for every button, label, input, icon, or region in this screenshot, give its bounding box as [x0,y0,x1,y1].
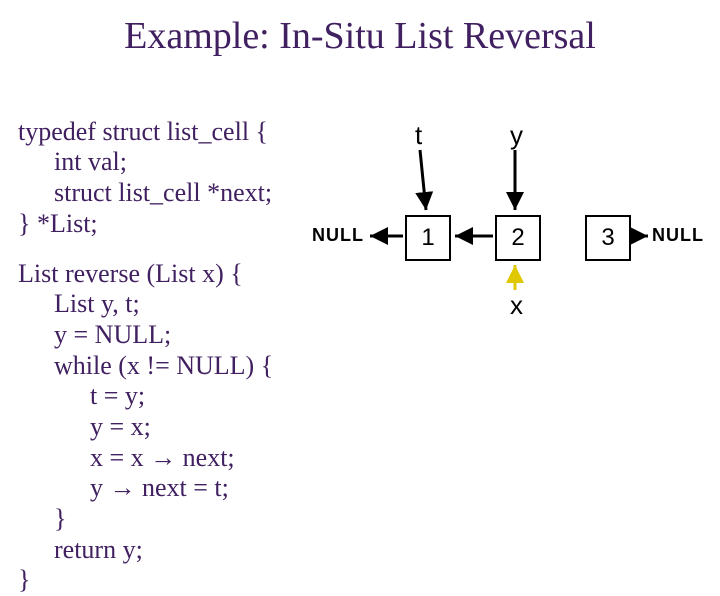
code-line: List y, t; [18,289,140,320]
code-line: x = x → next; [18,443,235,474]
code-line: List reverse (List x) { [18,259,243,288]
function-code: List reverse (List x) { List y, t; y = N… [18,228,273,596]
slide-title: Example: In-Situ List Reversal [0,14,720,58]
code-line: } [18,565,30,594]
code-line: typedef struct list_cell { [18,117,268,146]
code-line: while (x != NULL) { [18,351,273,382]
code-line: struct list_cell *next; [18,178,272,209]
list-diagram: t y x NULL NULL 1 2 3 [290,90,710,350]
code-line: y = NULL; [18,320,171,351]
code-line: t = y; [18,381,145,412]
code-line: y = x; [18,412,151,443]
typedef-code: typedef struct list_cell { int val; stru… [18,86,272,239]
code-line: return y; [18,535,143,566]
code-line: int val; [18,147,127,178]
diagram-arrows [290,90,710,350]
code-line: y → next = t; [18,473,229,504]
code-line: } [18,504,66,535]
